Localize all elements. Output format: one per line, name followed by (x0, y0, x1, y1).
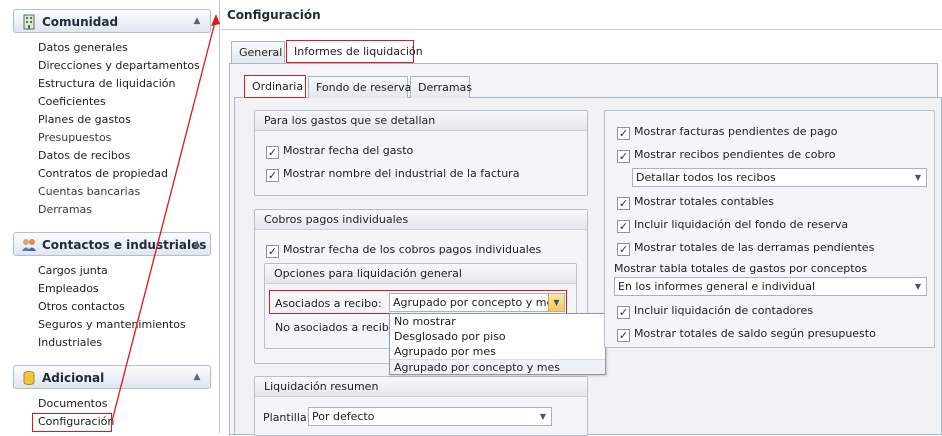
nav-item-otros[interactable]: Otros contactos (38, 298, 186, 316)
chevron-down-icon[interactable]: ▼ (535, 408, 551, 425)
nav-item-industriales[interactable]: Industriales (38, 334, 186, 352)
nav-item-recibos[interactable]: Datos de recibos (38, 147, 200, 165)
checkbox-label: Mostrar totales de las derramas pendient… (634, 241, 875, 254)
check-row[interactable]: ✓ Mostrar nombre del industrial de la fac… (266, 166, 519, 182)
dropdown-option[interactable]: No mostrar (390, 314, 605, 329)
nav-item-documentos[interactable]: Documentos (38, 395, 114, 413)
combo-value: En los informes general e individual (618, 280, 816, 293)
asociados-dropdown-list[interactable]: No mostrar Desglosado por piso Agrupado … (389, 313, 606, 375)
combo-value: Detallar todos los recibos (636, 171, 776, 184)
contactos-list: Cargos junta Empleados Otros contactos S… (38, 262, 186, 352)
combo-value: Por defecto (312, 410, 375, 423)
tab-general[interactable]: General (231, 41, 285, 63)
check-row[interactable]: ✓ Mostrar facturas pendientes de pago (617, 124, 837, 140)
group-header-contactos[interactable]: Contactos e industriales ▲ (13, 232, 211, 256)
no-asociados-label: No asociados a recibo: (275, 321, 400, 334)
group-title: Liquidación resumen (255, 377, 587, 397)
nav-item-empleados[interactable]: Empleados (38, 280, 186, 298)
tab-fondo-reserva[interactable]: Fondo de reserva (308, 76, 411, 98)
checkbox-label: Mostrar totales contables (634, 195, 775, 208)
nav-item-coeficientes[interactable]: Coeficientes (38, 93, 200, 111)
group-title: Para los gastos que se detallan (255, 111, 587, 131)
checkbox-label: Mostrar facturas pendientes de pago (634, 125, 838, 138)
chevron-down-icon[interactable]: ▼ (910, 169, 926, 186)
collapse-chevron-icon[interactable]: ▲ (190, 370, 204, 384)
checkbox[interactable]: ✓ (617, 306, 630, 319)
group-title: Contactos e industriales (42, 238, 207, 252)
checkbox-label: Mostrar totales de saldo según presupues… (634, 327, 876, 340)
nav-item-planes[interactable]: Planes de gastos (38, 111, 200, 129)
check-row[interactable]: ✓ Mostrar recibos pendientes de cobro (617, 147, 835, 163)
building-icon (23, 14, 35, 30)
contacts-icon (22, 239, 36, 251)
tab-derramas[interactable]: Derramas (410, 76, 472, 98)
checkbox[interactable]: ✓ (617, 197, 630, 210)
group-title: Comunidad (42, 15, 119, 29)
recibos-combo[interactable]: Detallar todos los recibos ▼ (632, 168, 927, 187)
checkbox[interactable]: ✓ (266, 169, 279, 182)
checkbox[interactable]: ✓ (617, 329, 630, 342)
dropdown-option[interactable]: Desglosado por piso (390, 329, 605, 344)
nav-item-cargos[interactable]: Cargos junta (38, 262, 186, 280)
nav-item-cuentas[interactable]: Cuentas bancarias (38, 183, 200, 201)
title-bar: Configuración (221, 0, 942, 30)
collapse-chevron-icon[interactable]: ▲ (190, 14, 204, 28)
checkbox-label: Mostrar fecha de los cobros pagos indivi… (283, 243, 542, 256)
checkbox-label: Incluir liquidación del fondo de reserva (634, 218, 849, 231)
check-row[interactable]: ✓ Incluir liquidación de contadores (617, 303, 813, 319)
check-row[interactable]: ✓ Mostrar fecha del gasto (266, 143, 413, 159)
nav-item-datos-generales[interactable]: Datos generales (38, 39, 200, 57)
group-liquidacion-resumen: Liquidación resumen (254, 376, 588, 436)
database-icon (23, 371, 35, 385)
group-title: Adicional (42, 371, 105, 385)
checkbox[interactable]: ✓ (266, 245, 279, 258)
checkbox-label: Mostrar nombre del industrial de la fact… (283, 167, 520, 180)
checkbox[interactable]: ✓ (617, 127, 630, 140)
dropdown-option[interactable]: Agrupado por mes (390, 344, 605, 359)
checkbox-label: Incluir liquidación de contadores (634, 304, 814, 317)
plantilla-label: Plantilla: (263, 411, 311, 424)
page-title: Configuración (227, 8, 321, 22)
highlight-box (269, 290, 567, 314)
check-row[interactable]: ✓ Mostrar totales de saldo según presupue… (617, 326, 876, 342)
group-header-adicional[interactable]: Adicional ▲ (13, 365, 211, 389)
tabla-totales-label: Mostrar tabla totales de gastos por conc… (614, 262, 868, 275)
checkbox-label: Mostrar fecha del gasto (283, 144, 414, 157)
tab-informes-liquidacion[interactable]: Informes de liquidación (286, 40, 423, 63)
group-header-comunidad[interactable]: Comunidad ▲ (13, 9, 211, 33)
checkbox[interactable]: ✓ (266, 146, 279, 159)
nav-item-estructura[interactable]: Estructura de liquidación (38, 75, 200, 93)
check-row[interactable]: ✓ Mostrar totales contables (617, 194, 774, 210)
tabla-totales-combo[interactable]: En los informes general e individual ▼ (614, 277, 927, 296)
checkbox-label: Mostrar recibos pendientes de cobro (634, 148, 836, 161)
nav-item-seguros[interactable]: Seguros y mantenimientos (38, 316, 186, 334)
checkbox[interactable]: ✓ (617, 243, 630, 256)
nav-item-derramas[interactable]: Derramas (38, 201, 200, 219)
navigation-pane: Comunidad ▲ Datos generales Direcciones … (0, 0, 220, 433)
group-title: Cobros pagos individuales (255, 210, 587, 230)
plantilla-combo[interactable]: Por defecto ▼ (308, 407, 552, 426)
collapse-chevron-icon[interactable]: ▲ (190, 237, 204, 251)
chevron-down-icon[interactable]: ▼ (910, 278, 926, 295)
check-row[interactable]: ✓ Incluir liquidación del fondo de reserv… (617, 217, 848, 233)
comunidad-list: Datos generales Direcciones y departamen… (38, 39, 200, 219)
check-row[interactable]: ✓ Mostrar totales de las derramas pendien… (617, 240, 874, 256)
dropdown-option-selected[interactable]: Agrupado por concepto y mes (390, 359, 605, 374)
highlight-box (32, 413, 112, 432)
tab-ordinaria[interactable]: Ordinaria (244, 75, 306, 98)
check-row[interactable]: ✓ Mostrar fecha de los cobros pagos indiv… (266, 242, 541, 258)
checkbox[interactable]: ✓ (617, 150, 630, 163)
nav-item-contratos[interactable]: Contratos de propiedad (38, 165, 200, 183)
checkbox[interactable]: ✓ (617, 220, 630, 233)
nav-item-direcciones[interactable]: Direcciones y departamentos (38, 57, 200, 75)
group-title: Opciones para liquidación general (265, 264, 576, 284)
nav-item-presupuestos[interactable]: Presupuestos (38, 129, 200, 147)
